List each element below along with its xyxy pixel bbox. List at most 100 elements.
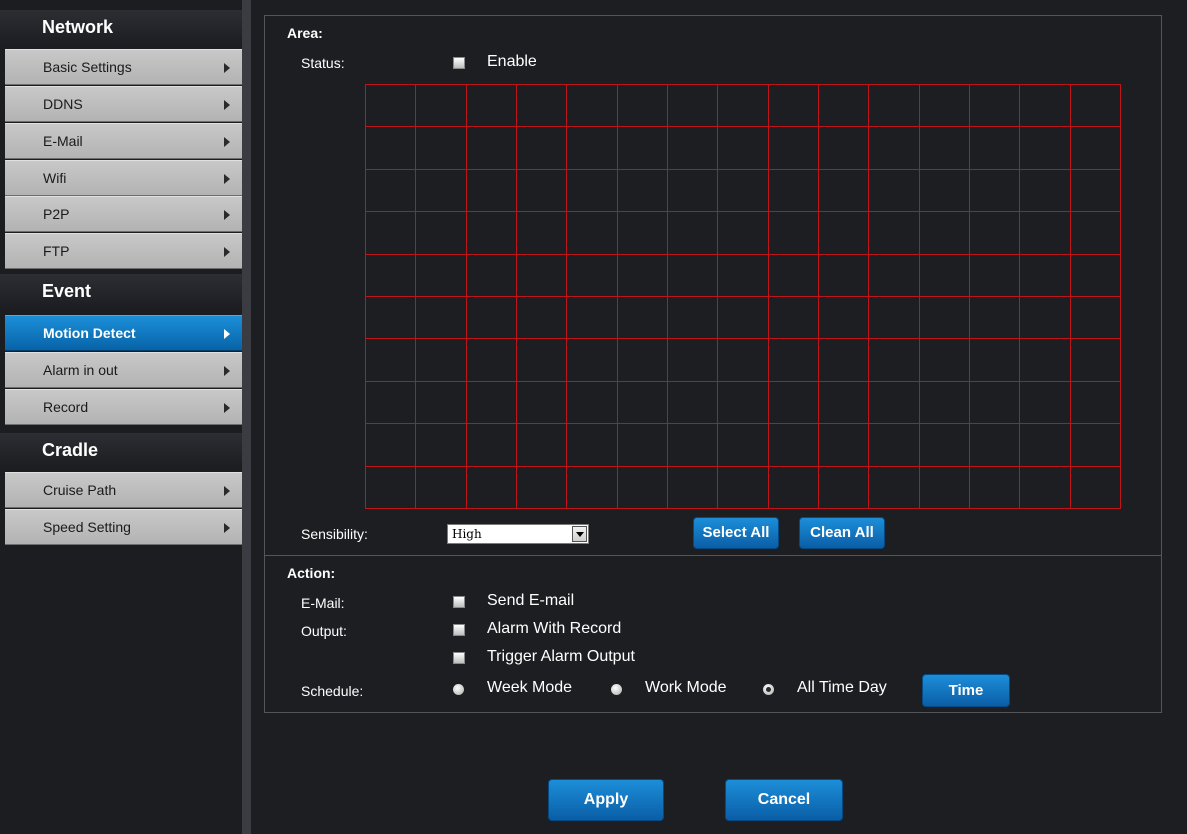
grid-cell[interactable]: [466, 466, 517, 509]
grid-cell[interactable]: [416, 339, 467, 382]
grid-cell[interactable]: [516, 212, 568, 255]
grid-cell[interactable]: [366, 424, 417, 467]
grid-cell[interactable]: [1070, 85, 1121, 128]
grid-cell[interactable]: [667, 466, 719, 509]
grid-cell[interactable]: [567, 127, 618, 170]
grid-cell[interactable]: [818, 466, 870, 509]
grid-cell[interactable]: [919, 297, 970, 340]
grid-cell[interactable]: [919, 339, 970, 382]
send-email-checkbox[interactable]: [453, 596, 465, 608]
grid-cell[interactable]: [617, 466, 668, 509]
grid-cell[interactable]: [416, 297, 467, 340]
grid-cell[interactable]: [919, 381, 970, 425]
grid-cell[interactable]: [869, 85, 920, 128]
grid-cell[interactable]: [1020, 85, 1071, 128]
apply-button[interactable]: Apply: [548, 779, 664, 821]
cancel-button[interactable]: Cancel: [725, 779, 843, 821]
grid-cell[interactable]: [768, 466, 819, 509]
grid-cell[interactable]: [919, 212, 970, 255]
grid-cell[interactable]: [1070, 424, 1121, 467]
grid-cell[interactable]: [768, 339, 819, 382]
grid-cell[interactable]: [969, 85, 1021, 128]
grid-cell[interactable]: [818, 212, 870, 255]
grid-cell[interactable]: [1020, 254, 1071, 297]
grid-cell[interactable]: [969, 297, 1021, 340]
grid-cell[interactable]: [516, 466, 568, 509]
grid-cell[interactable]: [818, 169, 870, 213]
grid-cell[interactable]: [818, 85, 870, 128]
grid-cell[interactable]: [818, 127, 870, 170]
grid-cell[interactable]: [919, 85, 970, 128]
all-time-day-radio[interactable]: [763, 684, 774, 695]
grid-cell[interactable]: [366, 339, 417, 382]
grid-cell[interactable]: [516, 381, 568, 425]
grid-cell[interactable]: [818, 424, 870, 467]
grid-cell[interactable]: [667, 169, 719, 213]
enable-checkbox[interactable]: [453, 57, 465, 69]
sidebar-divider[interactable]: [242, 0, 251, 834]
grid-cell[interactable]: [567, 297, 618, 340]
grid-cell[interactable]: [516, 424, 568, 467]
grid-cell[interactable]: [718, 85, 769, 128]
grid-cell[interactable]: [718, 466, 769, 509]
sidebar-item-motion-detect[interactable]: Motion Detect: [5, 315, 242, 351]
grid-cell[interactable]: [718, 339, 769, 382]
grid-cell[interactable]: [667, 381, 719, 425]
grid-cell[interactable]: [869, 169, 920, 213]
grid-cell[interactable]: [617, 254, 668, 297]
grid-cell[interactable]: [567, 169, 618, 213]
grid-cell[interactable]: [919, 127, 970, 170]
grid-cell[interactable]: [768, 254, 819, 297]
grid-cell[interactable]: [667, 127, 719, 170]
grid-cell[interactable]: [1020, 466, 1071, 509]
grid-cell[interactable]: [1020, 297, 1071, 340]
grid-cell[interactable]: [567, 381, 618, 425]
grid-cell[interactable]: [416, 424, 467, 467]
grid-cell[interactable]: [366, 381, 417, 425]
grid-cell[interactable]: [416, 169, 467, 213]
grid-cell[interactable]: [768, 169, 819, 213]
grid-cell[interactable]: [466, 254, 517, 297]
sidebar-item-ftp[interactable]: FTP: [5, 233, 242, 269]
grid-cell[interactable]: [1070, 339, 1121, 382]
grid-cell[interactable]: [969, 254, 1021, 297]
grid-cell[interactable]: [869, 127, 920, 170]
grid-cell[interactable]: [768, 297, 819, 340]
grid-cell[interactable]: [969, 466, 1021, 509]
grid-cell[interactable]: [818, 339, 870, 382]
grid-cell[interactable]: [516, 169, 568, 213]
grid-cell[interactable]: [969, 212, 1021, 255]
grid-cell[interactable]: [1020, 212, 1071, 255]
grid-cell[interactable]: [617, 169, 668, 213]
grid-cell[interactable]: [416, 212, 467, 255]
sidebar-item-record[interactable]: Record: [5, 389, 242, 425]
grid-cell[interactable]: [667, 212, 719, 255]
select-all-button[interactable]: Select All: [693, 517, 779, 549]
grid-cell[interactable]: [818, 381, 870, 425]
time-button[interactable]: Time: [922, 674, 1010, 707]
grid-cell[interactable]: [1020, 339, 1071, 382]
grid-cell[interactable]: [919, 169, 970, 213]
grid-cell[interactable]: [869, 339, 920, 382]
grid-cell[interactable]: [818, 254, 870, 297]
grid-cell[interactable]: [969, 424, 1021, 467]
grid-cell[interactable]: [567, 339, 618, 382]
grid-cell[interactable]: [718, 381, 769, 425]
sidebar-item-p2p[interactable]: P2P: [5, 196, 242, 232]
sensibility-select[interactable]: High: [447, 524, 589, 544]
grid-cell[interactable]: [969, 127, 1021, 170]
grid-cell[interactable]: [869, 381, 920, 425]
grid-cell[interactable]: [718, 254, 769, 297]
grid-cell[interactable]: [969, 339, 1021, 382]
grid-cell[interactable]: [416, 466, 467, 509]
grid-cell[interactable]: [617, 339, 668, 382]
grid-cell[interactable]: [1020, 381, 1071, 425]
grid-cell[interactable]: [416, 85, 467, 128]
work-mode-radio[interactable]: [611, 684, 622, 695]
grid-cell[interactable]: [768, 212, 819, 255]
grid-cell[interactable]: [718, 212, 769, 255]
grid-cell[interactable]: [567, 85, 618, 128]
grid-cell[interactable]: [667, 85, 719, 128]
grid-cell[interactable]: [617, 297, 668, 340]
grid-cell[interactable]: [567, 254, 618, 297]
